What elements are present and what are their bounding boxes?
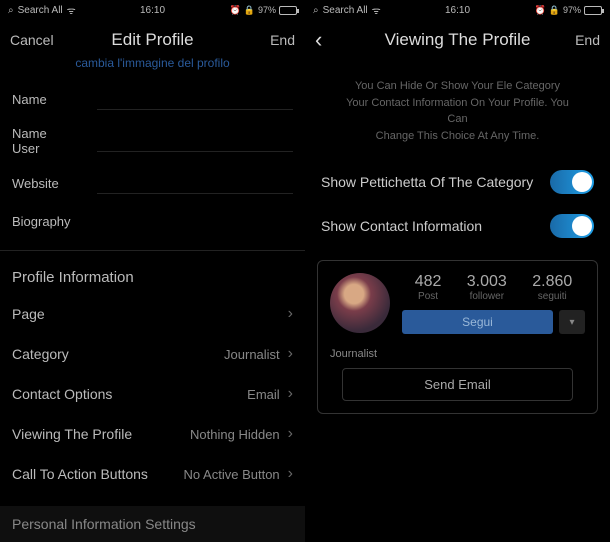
row-viewing-value: Nothing Hidden <box>190 427 280 442</box>
row-cta-label: Call To Action Buttons <box>12 466 184 482</box>
username-label: Name User <box>12 126 87 156</box>
row-page[interactable]: Page › <box>0 294 305 334</box>
website-input[interactable] <box>97 172 293 194</box>
stat-posts: 482 Post <box>415 273 442 302</box>
toggle-category[interactable] <box>550 170 594 194</box>
row-contact-label: Contact Options <box>12 386 247 402</box>
chevron-right-icon: › <box>288 345 293 363</box>
chevron-right-icon: › <box>288 385 293 403</box>
profile-role: Journalist <box>330 348 585 360</box>
follow-dropdown[interactable]: ▾ <box>559 310 585 334</box>
alarm-icon: ⏰ <box>230 5 241 16</box>
chevron-right-icon: › <box>288 425 293 443</box>
row-contact-value: Email <box>247 387 280 402</box>
row-category-label: Category <box>12 346 224 362</box>
status-search-r: Search All <box>323 5 368 16</box>
status-bar-left: ⌕ Search All ᯤ 16:10 ⏰ 🔒 97% <box>0 0 305 20</box>
website-row: Website <box>0 164 305 202</box>
lock-icon: 🔒 <box>549 5 560 16</box>
back-button[interactable]: ‹ <box>315 27 322 53</box>
stat-followers: 3.003 follower <box>467 273 507 302</box>
cancel-button[interactable]: Cancel <box>10 32 54 48</box>
biography-input[interactable] <box>97 210 293 232</box>
toggle-category-row: Show Pettichetta Of The Category <box>305 160 610 204</box>
battery-pct-right: 97% <box>563 5 581 15</box>
website-label: Website <box>12 176 87 191</box>
status-time-right: 16:10 <box>445 5 470 16</box>
divider <box>0 250 305 251</box>
username-row: Name User <box>0 118 305 164</box>
toggle-contact-row: Show Contact Information <box>305 204 610 248</box>
follow-button[interactable]: Segui <box>402 310 553 334</box>
row-page-label: Page <box>12 306 288 322</box>
page-title-left: Edit Profile <box>111 30 193 50</box>
profile-preview-card: 482 Post 3.003 follower 2.860 seguiti Se… <box>317 260 598 414</box>
name-label: Name <box>12 92 87 107</box>
wifi-icon: ᯤ <box>372 3 381 17</box>
row-cta-value: No Active Button <box>184 467 280 482</box>
nav-bar-left: Cancel Edit Profile End <box>0 20 305 60</box>
status-time-left: 16:10 <box>140 5 165 16</box>
chevron-right-icon: › <box>288 465 293 483</box>
avatar <box>330 273 390 333</box>
row-category-value: Journalist <box>224 347 280 362</box>
row-contact[interactable]: Contact Options Email › <box>0 374 305 414</box>
end-button-right[interactable]: End <box>575 32 600 48</box>
battery-icon <box>279 6 297 15</box>
row-viewing[interactable]: Viewing The Profile Nothing Hidden › <box>0 414 305 454</box>
toggle-contact[interactable] <box>550 214 594 238</box>
row-category[interactable]: Category Journalist › <box>0 334 305 374</box>
search-icon: ⌕ <box>8 5 14 16</box>
search-icon: ⌕ <box>313 5 319 16</box>
username-input[interactable] <box>97 130 293 152</box>
lock-icon: 🔒 <box>244 5 255 16</box>
toggle-contact-label: Show Contact Information <box>321 218 550 234</box>
chevron-right-icon: › <box>288 305 293 323</box>
info-description: You Can Hide Or Show Your Ele Category Y… <box>305 60 610 160</box>
nav-bar-right: ‹ Viewing The Profile End <box>305 20 610 60</box>
end-button-left[interactable]: End <box>270 32 295 48</box>
biography-label: Biography <box>12 214 87 229</box>
name-row: Name <box>0 80 305 118</box>
row-viewing-label: Viewing The Profile <box>12 426 190 442</box>
toggle-category-label: Show Pettichetta Of The Category <box>321 174 550 190</box>
profile-stats: 482 Post 3.003 follower 2.860 seguiti <box>402 273 585 302</box>
battery-icon <box>584 6 602 15</box>
section-profile-info: Profile Information <box>0 261 305 294</box>
wifi-icon: ᯤ <box>67 3 76 17</box>
row-cta[interactable]: Call To Action Buttons No Active Button … <box>0 454 305 494</box>
battery-pct-left: 97% <box>258 5 276 15</box>
biography-row: Biography <box>0 202 305 240</box>
status-bar-right: ⌕ Search All ᯤ 16:10 ⏰ 🔒 97% <box>305 0 610 20</box>
send-email-button[interactable]: Send Email <box>342 368 573 401</box>
name-input[interactable] <box>97 88 293 110</box>
alarm-icon: ⏰ <box>535 5 546 16</box>
page-title-right: Viewing The Profile <box>385 30 531 50</box>
status-search: Search All <box>18 5 63 16</box>
personal-info-settings[interactable]: Personal Information Settings <box>0 506 305 542</box>
stat-following: 2.860 seguiti <box>532 273 572 302</box>
